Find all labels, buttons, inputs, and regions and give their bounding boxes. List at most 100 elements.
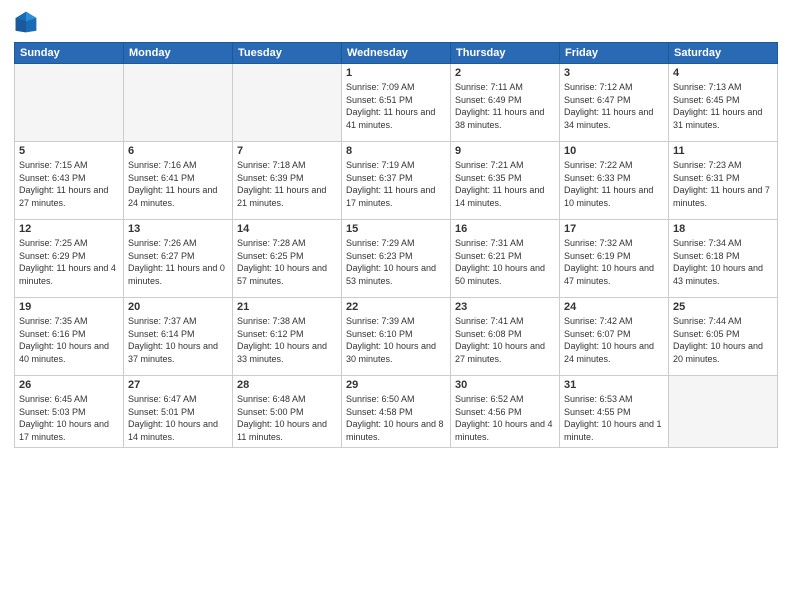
day-number: 1 [346, 67, 446, 79]
day-number: 9 [455, 145, 555, 157]
calendar-week-row: 12 Sunrise: 7:25 AMSunset: 6:29 PMDayligh… [15, 220, 778, 298]
day-info: Sunrise: 7:37 AMSunset: 6:14 PMDaylight:… [128, 315, 228, 365]
calendar-cell: 5 Sunrise: 7:15 AMSunset: 6:43 PMDaylight… [15, 142, 124, 220]
day-info: Sunrise: 6:48 AMSunset: 5:00 PMDaylight:… [237, 393, 337, 443]
day-info: Sunrise: 7:21 AMSunset: 6:35 PMDaylight:… [455, 159, 555, 209]
calendar-cell: 29 Sunrise: 6:50 AMSunset: 4:58 PMDayligh… [342, 376, 451, 448]
day-number: 5 [19, 145, 119, 157]
day-info: Sunrise: 6:53 AMSunset: 4:55 PMDaylight:… [564, 393, 664, 443]
day-number: 16 [455, 223, 555, 235]
logo-icon [14, 10, 38, 34]
calendar-cell: 20 Sunrise: 7:37 AMSunset: 6:14 PMDayligh… [124, 298, 233, 376]
calendar-cell: 22 Sunrise: 7:39 AMSunset: 6:10 PMDayligh… [342, 298, 451, 376]
calendar-cell: 15 Sunrise: 7:29 AMSunset: 6:23 PMDayligh… [342, 220, 451, 298]
calendar-cell [669, 376, 778, 448]
calendar-week-row: 5 Sunrise: 7:15 AMSunset: 6:43 PMDaylight… [15, 142, 778, 220]
day-number: 8 [346, 145, 446, 157]
day-info: Sunrise: 7:29 AMSunset: 6:23 PMDaylight:… [346, 237, 446, 287]
calendar-cell: 21 Sunrise: 7:38 AMSunset: 6:12 PMDayligh… [233, 298, 342, 376]
day-number: 18 [673, 223, 773, 235]
page: SundayMondayTuesdayWednesdayThursdayFrid… [0, 0, 792, 612]
calendar-cell: 7 Sunrise: 7:18 AMSunset: 6:39 PMDaylight… [233, 142, 342, 220]
day-info: Sunrise: 7:22 AMSunset: 6:33 PMDaylight:… [564, 159, 664, 209]
day-info: Sunrise: 7:13 AMSunset: 6:45 PMDaylight:… [673, 81, 773, 131]
day-info: Sunrise: 7:23 AMSunset: 6:31 PMDaylight:… [673, 159, 773, 209]
calendar-cell: 11 Sunrise: 7:23 AMSunset: 6:31 PMDayligh… [669, 142, 778, 220]
day-info: Sunrise: 7:34 AMSunset: 6:18 PMDaylight:… [673, 237, 773, 287]
day-number: 13 [128, 223, 228, 235]
calendar-cell: 28 Sunrise: 6:48 AMSunset: 5:00 PMDayligh… [233, 376, 342, 448]
day-info: Sunrise: 7:28 AMSunset: 6:25 PMDaylight:… [237, 237, 337, 287]
calendar-cell: 30 Sunrise: 6:52 AMSunset: 4:56 PMDayligh… [451, 376, 560, 448]
calendar-cell: 8 Sunrise: 7:19 AMSunset: 6:37 PMDaylight… [342, 142, 451, 220]
day-number: 27 [128, 379, 228, 391]
calendar-cell: 12 Sunrise: 7:25 AMSunset: 6:29 PMDayligh… [15, 220, 124, 298]
day-number: 11 [673, 145, 773, 157]
calendar-cell: 31 Sunrise: 6:53 AMSunset: 4:55 PMDayligh… [560, 376, 669, 448]
day-header-tuesday: Tuesday [233, 43, 342, 64]
calendar-cell: 23Sunrise: 7:41 AMSunset: 6:08 PMDayligh… [451, 298, 560, 376]
day-number: 10 [564, 145, 664, 157]
day-info: Sunrise: 7:39 AMSunset: 6:10 PMDaylight:… [346, 315, 446, 365]
day-number: 15 [346, 223, 446, 235]
day-info: Sunrise: 7:19 AMSunset: 6:37 PMDaylight:… [346, 159, 446, 209]
day-number: 30 [455, 379, 555, 391]
day-number: 29 [346, 379, 446, 391]
day-header-monday: Monday [124, 43, 233, 64]
calendar-week-row: 19 Sunrise: 7:35 AMSunset: 6:16 PMDayligh… [15, 298, 778, 376]
day-info: Sunrise: 6:52 AMSunset: 4:56 PMDaylight:… [455, 393, 555, 443]
day-number: 17 [564, 223, 664, 235]
day-info: Sunrise: 7:18 AMSunset: 6:39 PMDaylight:… [237, 159, 337, 209]
day-number: 14 [237, 223, 337, 235]
day-number: 12 [19, 223, 119, 235]
day-info: Sunrise: 7:25 AMSunset: 6:29 PMDaylight:… [19, 237, 119, 287]
day-info: Sunrise: 6:50 AMSunset: 4:58 PMDaylight:… [346, 393, 446, 443]
calendar-cell: 17Sunrise: 7:32 AMSunset: 6:19 PMDayligh… [560, 220, 669, 298]
day-header-wednesday: Wednesday [342, 43, 451, 64]
day-number: 28 [237, 379, 337, 391]
day-number: 26 [19, 379, 119, 391]
calendar-week-row: 1 Sunrise: 7:09 AMSunset: 6:51 PMDaylight… [15, 64, 778, 142]
day-info: Sunrise: 6:47 AMSunset: 5:01 PMDaylight:… [128, 393, 228, 443]
day-number: 3 [564, 67, 664, 79]
day-info: Sunrise: 7:09 AMSunset: 6:51 PMDaylight:… [346, 81, 446, 131]
day-header-sunday: Sunday [15, 43, 124, 64]
day-info: Sunrise: 7:35 AMSunset: 6:16 PMDaylight:… [19, 315, 119, 365]
day-info: Sunrise: 7:38 AMSunset: 6:12 PMDaylight:… [237, 315, 337, 365]
day-info: Sunrise: 7:12 AMSunset: 6:47 PMDaylight:… [564, 81, 664, 131]
calendar-cell [233, 64, 342, 142]
calendar-cell: 19 Sunrise: 7:35 AMSunset: 6:16 PMDayligh… [15, 298, 124, 376]
calendar-cell: 9 Sunrise: 7:21 AMSunset: 6:35 PMDaylight… [451, 142, 560, 220]
calendar-cell: 18 Sunrise: 7:34 AMSunset: 6:18 PMDayligh… [669, 220, 778, 298]
calendar-cell: 16Sunrise: 7:31 AMSunset: 6:21 PMDayligh… [451, 220, 560, 298]
day-number: 19 [19, 301, 119, 313]
calendar-cell: 3 Sunrise: 7:12 AMSunset: 6:47 PMDaylight… [560, 64, 669, 142]
calendar-cell: 4 Sunrise: 7:13 AMSunset: 6:45 PMDaylight… [669, 64, 778, 142]
header [14, 10, 778, 34]
day-header-friday: Friday [560, 43, 669, 64]
day-number: 21 [237, 301, 337, 313]
calendar-cell: 13 Sunrise: 7:26 AMSunset: 6:27 PMDayligh… [124, 220, 233, 298]
day-number: 20 [128, 301, 228, 313]
calendar-cell: 2 Sunrise: 7:11 AMSunset: 6:49 PMDaylight… [451, 64, 560, 142]
calendar-cell: 6Sunrise: 7:16 AMSunset: 6:41 PMDaylight… [124, 142, 233, 220]
day-info: Sunrise: 7:11 AMSunset: 6:49 PMDaylight:… [455, 81, 555, 131]
day-number: 4 [673, 67, 773, 79]
calendar-cell: 24Sunrise: 7:42 AMSunset: 6:07 PMDayligh… [560, 298, 669, 376]
calendar-cell: 14 Sunrise: 7:28 AMSunset: 6:25 PMDayligh… [233, 220, 342, 298]
day-info: Sunrise: 7:26 AMSunset: 6:27 PMDaylight:… [128, 237, 228, 287]
day-number: 7 [237, 145, 337, 157]
calendar-cell: 10 Sunrise: 7:22 AMSunset: 6:33 PMDayligh… [560, 142, 669, 220]
day-number: 23 [455, 301, 555, 313]
day-info: Sunrise: 6:45 AMSunset: 5:03 PMDaylight:… [19, 393, 119, 443]
day-info: Sunrise: 7:42 AMSunset: 6:07 PMDaylight:… [564, 315, 664, 365]
day-header-thursday: Thursday [451, 43, 560, 64]
day-number: 22 [346, 301, 446, 313]
calendar-cell: 27 Sunrise: 6:47 AMSunset: 5:01 PMDayligh… [124, 376, 233, 448]
day-info: Sunrise: 7:16 AMSunset: 6:41 PMDaylight:… [128, 159, 228, 209]
day-info: Sunrise: 7:15 AMSunset: 6:43 PMDaylight:… [19, 159, 119, 209]
day-number: 25 [673, 301, 773, 313]
day-number: 31 [564, 379, 664, 391]
day-number: 2 [455, 67, 555, 79]
calendar-cell [124, 64, 233, 142]
